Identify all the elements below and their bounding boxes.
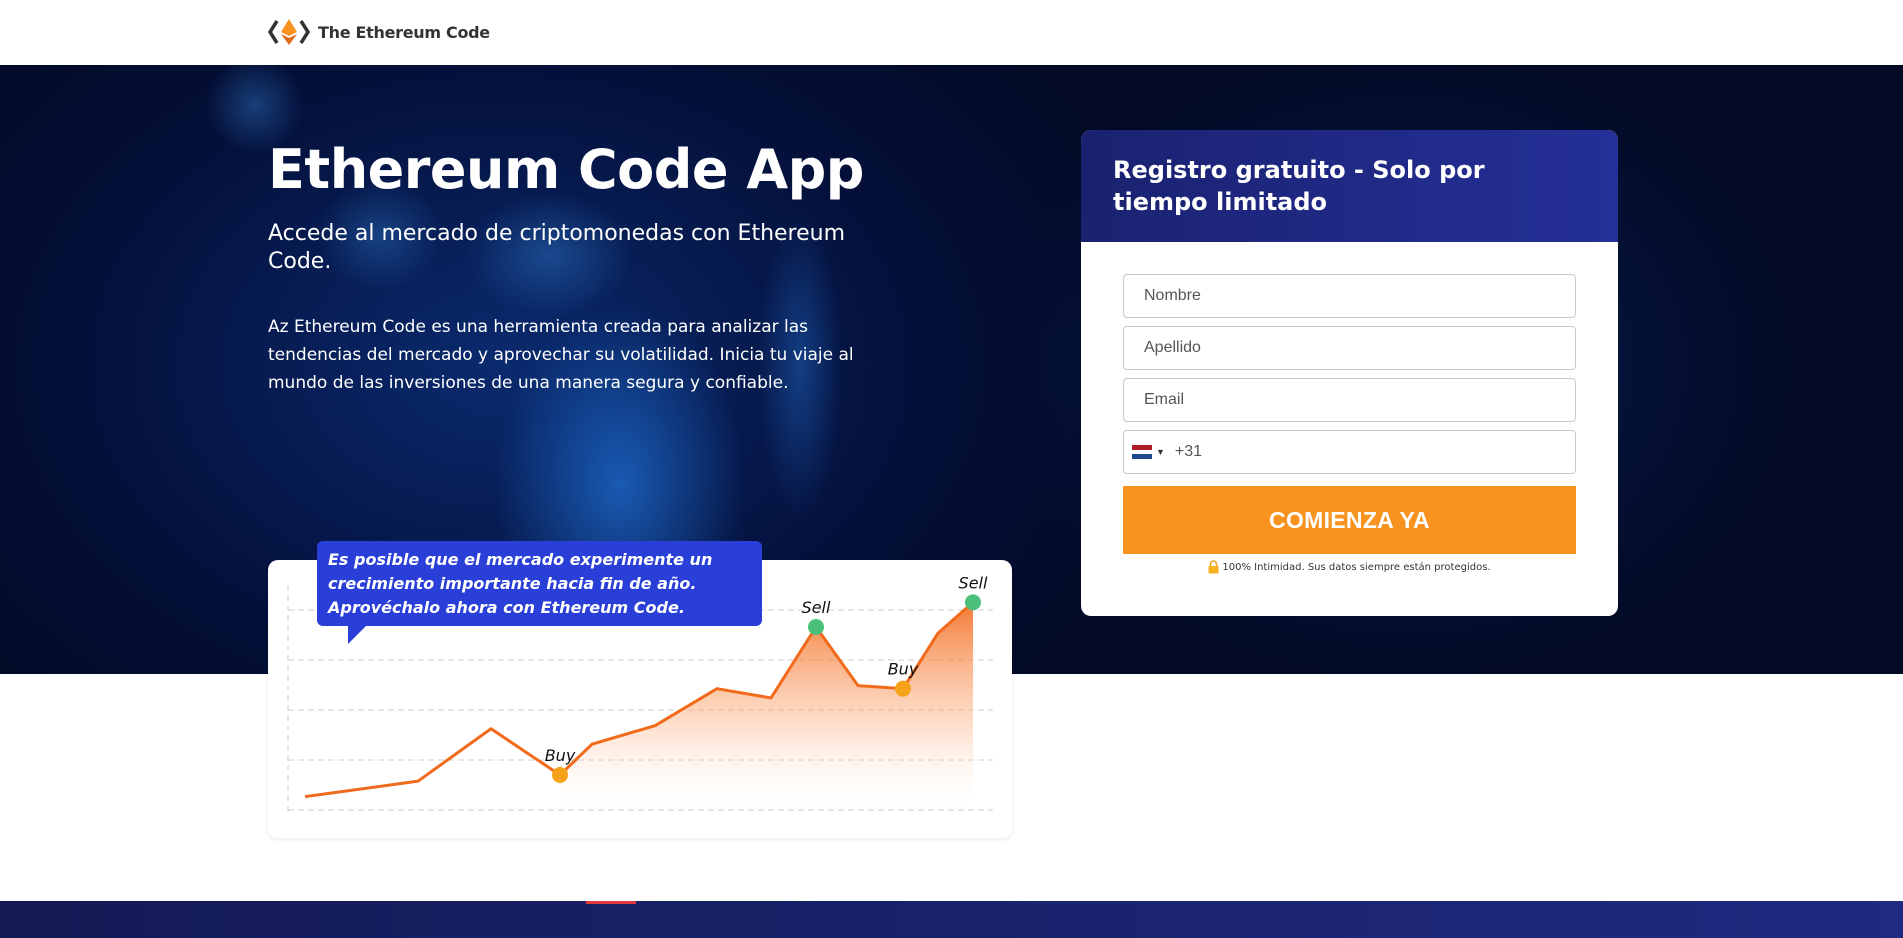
ethereum-logo-icon	[268, 19, 310, 45]
form-header: Registro gratuito - Solo por tiempo limi…	[1081, 130, 1618, 242]
chart-callout: Es posible que el mercado experimente un…	[317, 541, 762, 626]
sell-label: Sell	[802, 598, 831, 617]
privacy-text: 100% Intimidad. Sus datos siempre están …	[1222, 561, 1491, 573]
submit-button[interactable]: COMIENZA YA	[1123, 486, 1576, 554]
form-body: Nombre Apellido Email ▼ +31 COMIENZA YA …	[1081, 242, 1618, 574]
chevron-down-icon[interactable]: ▼	[1156, 447, 1165, 457]
first-name-field[interactable]: Nombre	[1123, 274, 1576, 318]
chart-callout-text: Es posible que el mercado experimente un…	[328, 550, 713, 617]
last-name-field[interactable]: Apellido	[1123, 326, 1576, 370]
sell-label: Sell	[959, 573, 988, 592]
form-title: Registro gratuito - Solo por tiempo limi…	[1113, 156, 1485, 216]
buy-label: Buy	[888, 660, 919, 679]
site-header: The Ethereum Code	[0, 0, 1903, 65]
hero-title: Ethereum Code App	[268, 138, 864, 201]
phone-field[interactable]: ▼ +31	[1123, 430, 1576, 474]
sell-point	[965, 594, 981, 611]
brand-logo[interactable]: The Ethereum Code	[268, 18, 490, 46]
chart-callout-tail	[348, 624, 368, 644]
netherlands-flag-icon[interactable]	[1132, 445, 1152, 460]
hero-description: Az Ethereum Code es una herramienta crea…	[268, 317, 854, 393]
registration-form: Registro gratuito - Solo por tiempo limi…	[1081, 130, 1618, 616]
brand-name: The Ethereum Code	[318, 22, 490, 42]
phone-prefix: +31	[1174, 443, 1203, 460]
privacy-note: 100% Intimidad. Sus datos siempre están …	[1123, 560, 1576, 574]
buy-point	[895, 680, 911, 697]
buy-label: Buy	[545, 746, 576, 765]
buy-point	[552, 767, 568, 783]
lock-icon	[1208, 560, 1219, 574]
sell-point	[808, 619, 824, 635]
email-field[interactable]: Email	[1123, 378, 1576, 422]
series-area	[560, 602, 973, 812]
hero-subtitle: Accede al mercado de criptomonedas con E…	[268, 221, 846, 274]
footer-band	[0, 901, 1903, 938]
